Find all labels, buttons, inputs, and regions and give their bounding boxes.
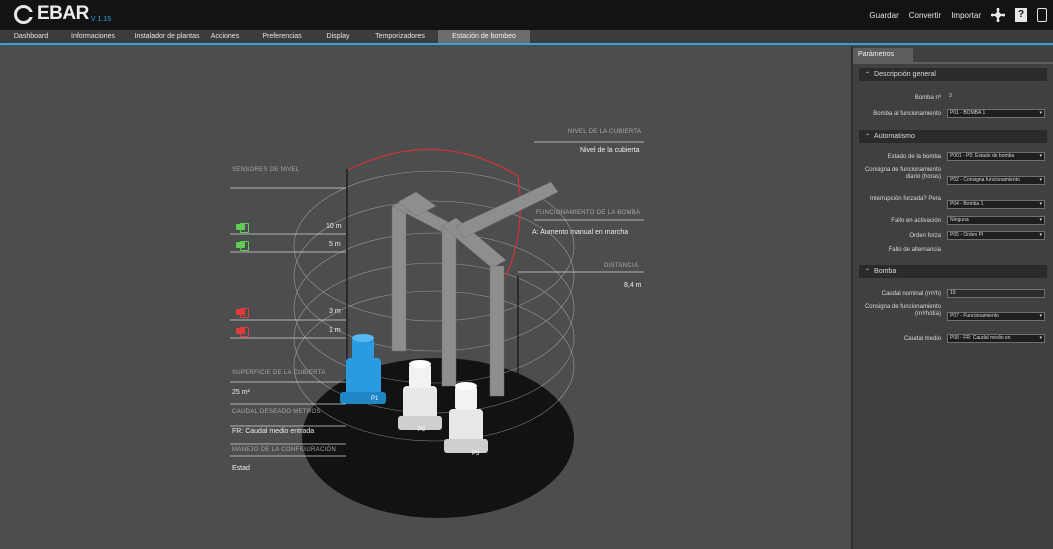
chevron-down-icon: ▾ bbox=[1039, 232, 1042, 238]
collapse-icon: ⌃ bbox=[865, 72, 871, 78]
height-value: 8,4 m bbox=[624, 282, 642, 289]
tab-parametros[interactable]: Parámetros bbox=[853, 48, 913, 62]
collapse-icon: ⌃ bbox=[865, 134, 871, 140]
pump-state-select[interactable]: P001 - P0: Estado de bomba ▾ bbox=[947, 152, 1045, 161]
tab-acciones[interactable]: Acciones bbox=[208, 30, 242, 43]
pump-label-p3: P3 bbox=[472, 451, 480, 457]
tab-instalador[interactable]: Instalador de plantas bbox=[128, 30, 206, 43]
daily-setpoint-select[interactable]: P02 - Consigna funcionamiento ▾ bbox=[947, 176, 1045, 185]
pump-count-field[interactable]: 3 bbox=[947, 93, 955, 102]
section-bomba[interactable]: ⌃ Bomba bbox=[859, 265, 1047, 278]
section-descripcion-general[interactable]: ⌃ Descripción general bbox=[859, 68, 1047, 81]
activation-fault-select[interactable]: Ninguna ▾ bbox=[947, 216, 1045, 225]
station-viewport[interactable]: P1 P2 P3 SENSORES DE NIVEL 10 m 5 m 3 m … bbox=[6, 46, 847, 546]
version-label: V 1.15 bbox=[90, 16, 112, 23]
top-actions: Guardar Convertir Importar ? bbox=[869, 8, 1047, 22]
main-tabs: Dashboard Informaciones Instalador de pl… bbox=[0, 30, 1053, 45]
battery-alarm-icon bbox=[236, 308, 249, 318]
tab-temporizadores[interactable]: Temporizadores bbox=[366, 30, 434, 43]
nominal-flow-input[interactable]: 19 bbox=[947, 289, 1045, 298]
force-order-select[interactable]: P05 - Orden Pl ▾ bbox=[947, 231, 1045, 240]
ebar-logo-icon bbox=[14, 5, 33, 24]
inlet-title: NIVEL DE LA CUBIERTA bbox=[568, 129, 642, 135]
chevron-down-icon: ▾ bbox=[1039, 201, 1042, 207]
param-label: Orden forza bbox=[909, 233, 941, 239]
surface-title: SUPERFICIE DE LA CUBIERTA bbox=[232, 370, 326, 376]
pump-running-select[interactable]: P01 - BOMBA 1 ▾ bbox=[947, 109, 1045, 118]
flow-value: FR: Caudal medio entrada bbox=[232, 428, 315, 435]
sensor-value-4: 1 m bbox=[329, 327, 341, 334]
logo-text: EBAR bbox=[37, 3, 89, 24]
parameters-panel: Parámetros ⌃ Descripción general Bomba nº… bbox=[851, 46, 1053, 549]
battery-ok-icon bbox=[236, 223, 249, 233]
inlet-value: Nivel de la cubierta bbox=[580, 147, 640, 154]
manage-value: Estad bbox=[232, 465, 250, 472]
tab-preferencias[interactable]: Preferencias bbox=[254, 30, 310, 43]
param-label: Caudal nominal (m³/h) bbox=[881, 291, 941, 297]
logo: EBAR V 1.15 bbox=[14, 4, 111, 24]
pump-label-p1: P1 bbox=[371, 396, 379, 402]
tab-informaciones[interactable]: Informaciones bbox=[62, 30, 124, 43]
param-label: Fallo de alternancia bbox=[888, 247, 941, 253]
mode-title: FUNCIONAMIENTO DE LA BOMBA bbox=[536, 210, 641, 216]
surface-value: 25 m² bbox=[232, 389, 250, 396]
flow-title: CAUDAL DESEADO METROS bbox=[232, 409, 321, 415]
mode-value: A: Aumento manual en marcha bbox=[532, 229, 629, 236]
sensor-value-3: 3 m bbox=[329, 308, 341, 315]
top-bar: EBAR V 1.15 Guardar Convertir Importar ? bbox=[0, 0, 1053, 30]
chevron-down-icon: ▾ bbox=[1039, 153, 1042, 159]
height-title: DISTANCIA bbox=[604, 263, 639, 269]
section-title: Descripción general bbox=[874, 71, 936, 78]
help-button[interactable]: ? bbox=[1015, 8, 1027, 22]
param-label: Interrupción forzada? Pera bbox=[869, 196, 941, 202]
manage-title: MANEJO DE LA CONFIGURACIÓN bbox=[232, 447, 337, 453]
chevron-down-icon: ▾ bbox=[1039, 217, 1042, 223]
param-label: Bomba nº bbox=[914, 95, 941, 101]
battery-alarm-icon bbox=[236, 327, 249, 337]
flow-setpoint-select[interactable]: P07 - Funcionamiento ▾ bbox=[947, 312, 1045, 321]
sensor-value-1: 10 m bbox=[326, 223, 342, 230]
chevron-down-icon: ▾ bbox=[1039, 177, 1042, 183]
info-leader-lines bbox=[518, 141, 644, 273]
battery-ok-icon bbox=[236, 241, 249, 251]
level-sensors-title: SENSORES DE NIVEL bbox=[232, 167, 300, 173]
mean-flow-select[interactable]: P08 - FR: Caudal medio en ▾ bbox=[947, 334, 1045, 343]
param-label: Caudal medio bbox=[903, 336, 941, 342]
param-label: Estado de la bomba bbox=[887, 154, 941, 160]
sensor-value-2: 5 m bbox=[329, 241, 341, 248]
param-label: Consigna de funcionamiento diario (horas… bbox=[864, 167, 941, 180]
chevron-down-icon: ▾ bbox=[1039, 335, 1042, 341]
pumping-station-scene: P1 P2 P3 bbox=[230, 141, 644, 518]
network-icon[interactable] bbox=[991, 8, 1005, 22]
tab-dashboard[interactable]: Dashboard bbox=[4, 30, 58, 43]
section-title: Automatismo bbox=[874, 133, 915, 140]
tab-display[interactable]: Display bbox=[318, 30, 358, 43]
section-title: Bomba bbox=[874, 268, 897, 275]
chevron-down-icon: ▾ bbox=[1039, 313, 1042, 319]
tab-estacion-bombeo[interactable]: Estación de bombeo bbox=[438, 30, 530, 43]
import-button[interactable]: Importar bbox=[951, 11, 981, 20]
param-label: Fallo en activación bbox=[891, 218, 941, 224]
param-label: Bomba al funcionamiento bbox=[873, 111, 941, 117]
chevron-down-icon: ▾ bbox=[1039, 110, 1042, 116]
collapse-icon: ⌃ bbox=[865, 269, 871, 275]
exit-icon[interactable] bbox=[1037, 8, 1047, 22]
app-window: EBAR V 1.15 Guardar Convertir Importar ?… bbox=[0, 0, 1053, 549]
forced-stop-select[interactable]: P04 - Bomba 1 ▾ bbox=[947, 200, 1045, 209]
param-label: Consigna de funcionamiento (m³/h/día) bbox=[864, 304, 941, 317]
panel-tab-underline bbox=[853, 62, 1053, 64]
convert-button[interactable]: Convertir bbox=[909, 11, 941, 20]
section-automatismo[interactable]: ⌃ Automatismo bbox=[859, 130, 1047, 143]
save-button[interactable]: Guardar bbox=[869, 11, 898, 20]
pump-label-p2: P2 bbox=[418, 427, 426, 433]
